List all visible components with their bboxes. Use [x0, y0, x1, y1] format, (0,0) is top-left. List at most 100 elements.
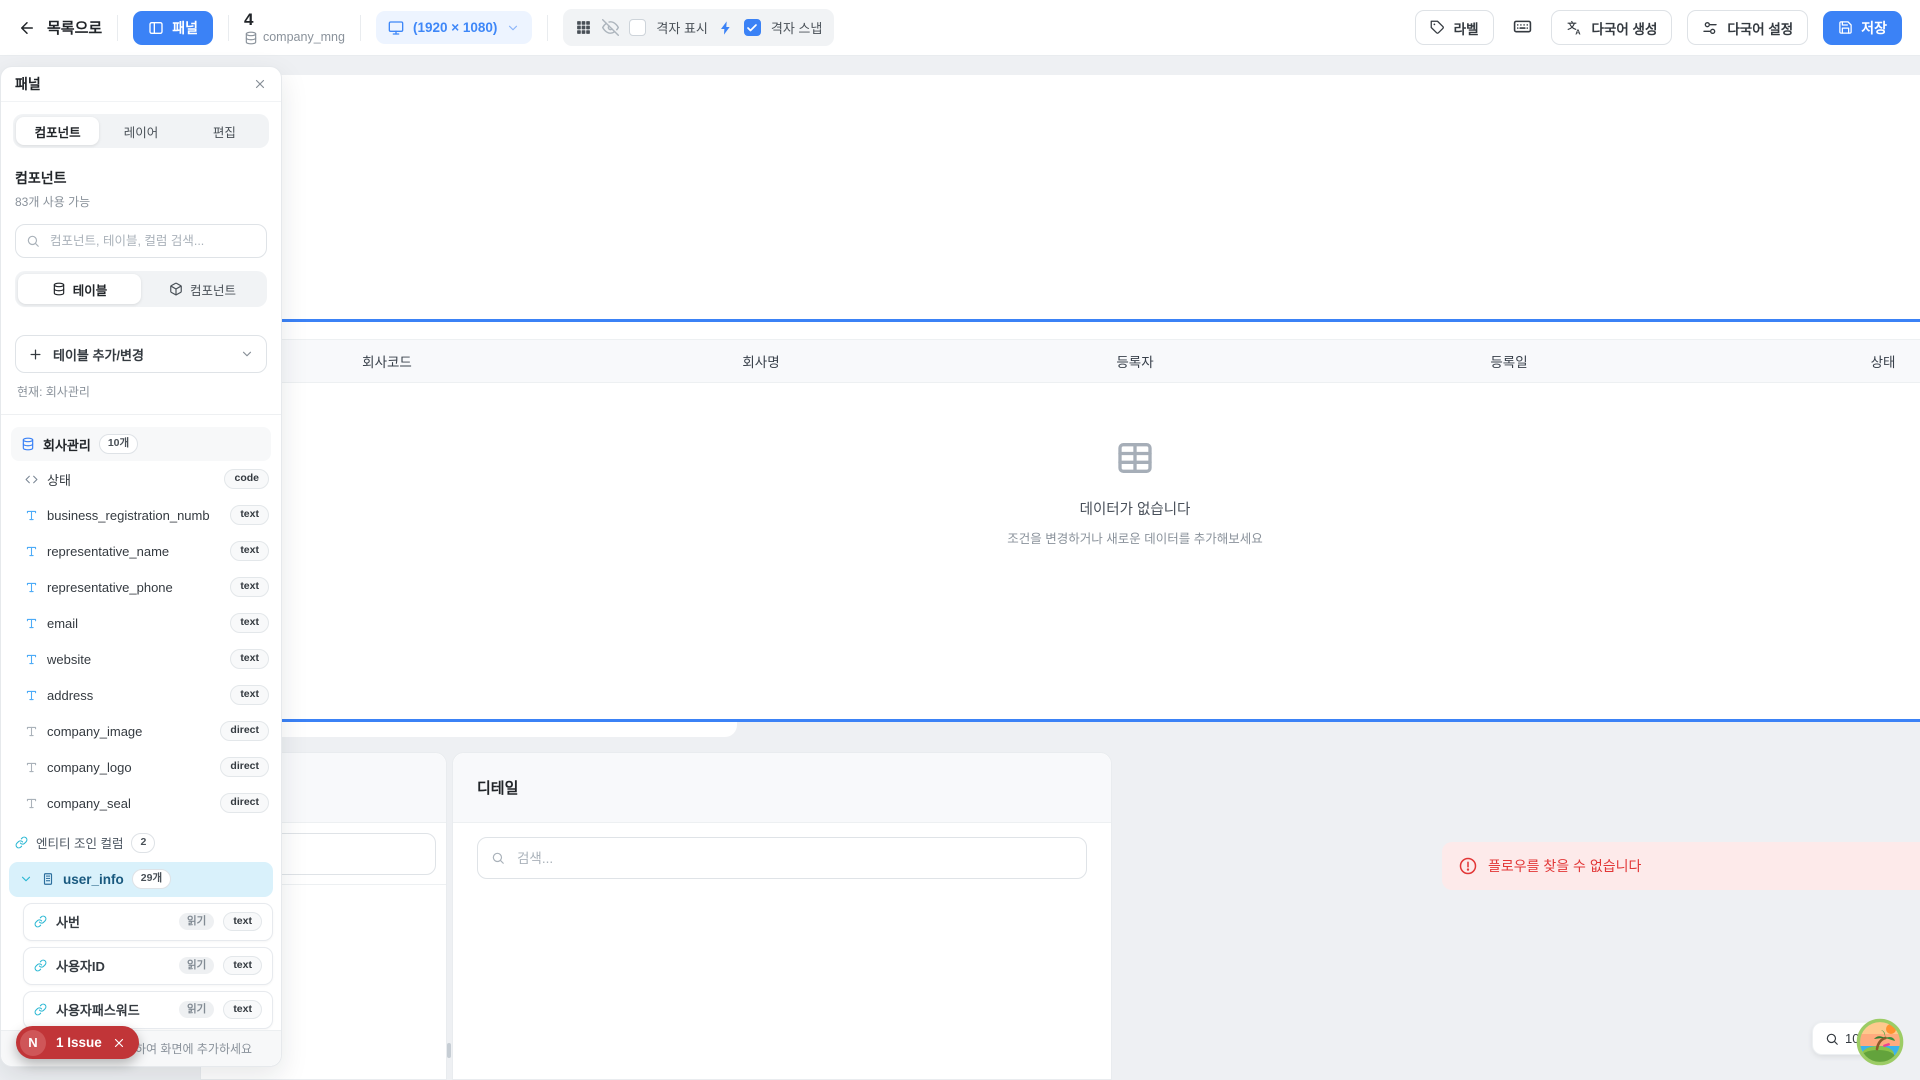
field-type-badge: text: [230, 685, 269, 705]
bound-table-name: company_mng: [263, 31, 345, 44]
toggle-테이블[interactable]: 테이블: [18, 274, 141, 304]
resolution-dropdown[interactable]: (1920 × 1080): [376, 11, 532, 44]
field-row[interactable]: company_logodirect: [1, 749, 281, 785]
field-name: representative_name: [47, 544, 221, 559]
toolbar-divider: [228, 15, 229, 41]
i18n-settings-button[interactable]: 다국어 설정: [1687, 10, 1808, 45]
add-table-button[interactable]: 테이블 추가/변경: [15, 335, 267, 373]
entity-join-count-badge: 2: [131, 833, 155, 853]
grid-snap-checkbox[interactable]: [744, 19, 761, 36]
toggle-label: 테이블: [73, 280, 108, 299]
join-table-user-info[interactable]: user_info 29개: [9, 862, 273, 897]
chevron-down-icon: [19, 872, 33, 886]
join-field-name: 사용자패스워드: [56, 1000, 170, 1019]
empty-state-subtitle: 조건을 변경하거나 새로운 데이터를 추가해보세요: [200, 528, 1920, 547]
field-type-badge: text: [230, 541, 269, 561]
field-type-badge: text: [223, 956, 262, 976]
keyboard-shortcuts-button[interactable]: [1509, 13, 1536, 43]
panel-icon: [148, 20, 164, 36]
alert-circle-icon: [1459, 857, 1477, 875]
code-icon: [25, 473, 38, 486]
join-field-row[interactable]: 사번읽기text: [23, 903, 273, 941]
detail-panel[interactable]: 디테일: [452, 752, 1112, 1080]
panel-toggle-button[interactable]: 패널: [133, 11, 213, 45]
issue-badge-initial: N: [20, 1030, 46, 1056]
toggle-컴포넌트[interactable]: 컴포넌트: [141, 274, 264, 304]
field-row[interactable]: 상태 code: [1, 461, 281, 497]
component-panel: 패널 컴포넌트레이어편집 컴포넌트 83개 사용 가능 테이블컴포넌트 테이블 …: [0, 66, 282, 1067]
search-icon: [491, 851, 505, 865]
issue-badge-label: 1 Issue: [56, 1035, 102, 1050]
check-icon: [746, 22, 758, 34]
table-column-header: 상태: [1696, 340, 1920, 382]
page-title: 4: [244, 11, 345, 28]
toolbar-divider: [117, 15, 118, 41]
resolution-value: (1920 × 1080): [413, 20, 497, 35]
island-launcher-icon[interactable]: [1856, 1018, 1904, 1066]
translate-icon: 文A: [1566, 19, 1583, 36]
detail-search-input[interactable]: [515, 850, 1073, 867]
tag-icon: [1430, 20, 1445, 35]
chevron-down-icon: [506, 21, 520, 35]
field-row[interactable]: representative_phonetext: [1, 569, 281, 605]
back-to-list-button[interactable]: 목록으로: [18, 17, 102, 38]
field-type-badge: text: [230, 613, 269, 633]
text-icon: [25, 617, 38, 630]
join-field-name: 사용자ID: [56, 956, 170, 975]
bolt-icon: [718, 20, 734, 36]
component-search-box: [15, 224, 267, 258]
panel-resize-handle[interactable]: [447, 1043, 451, 1058]
table-group-header[interactable]: 회사관리 10개: [11, 427, 271, 461]
table-empty-state: 데이터가 없습니다 조건을 변경하거나 새로운 데이터를 추가해보세요: [200, 438, 1920, 547]
field-name: company_image: [47, 724, 211, 739]
field-row[interactable]: websitetext: [1, 641, 281, 677]
svg-text:A: A: [1575, 28, 1581, 36]
readonly-badge: 읽기: [179, 957, 214, 975]
issue-close-icon[interactable]: [112, 1036, 126, 1050]
table-field-count-badge: 10개: [99, 434, 138, 454]
field-row[interactable]: business_registration_numbtext: [1, 497, 281, 533]
panel-close-button[interactable]: [253, 77, 267, 91]
save-button[interactable]: 저장: [1823, 11, 1902, 45]
grid-show-checkbox[interactable]: [629, 19, 646, 36]
database-icon: [21, 437, 35, 451]
field-row[interactable]: company_sealdirect: [1, 785, 281, 821]
table-header-row: 회사코드회사명등록자등록일상태: [200, 339, 1920, 383]
field-row[interactable]: emailtext: [1, 605, 281, 641]
tab-컴포넌트[interactable]: 컴포넌트: [16, 117, 99, 145]
tab-레이어[interactable]: 레이어: [99, 117, 182, 145]
field-type-badge: text: [230, 577, 269, 597]
chevron-down-icon: [240, 347, 254, 361]
field-row[interactable]: company_imagedirect: [1, 713, 281, 749]
field-type-badge: code: [224, 469, 269, 489]
field-name: address: [47, 688, 221, 703]
field-type-badge: text: [230, 505, 269, 525]
table-column-header: 회사명: [574, 340, 948, 382]
field-row[interactable]: representative_name text: [1, 533, 281, 569]
keyboard-icon: [1513, 17, 1532, 36]
field-name: website: [47, 652, 221, 667]
join-field-row[interactable]: 사용자패스워드읽기text: [23, 991, 273, 1029]
field-row[interactable]: address text: [1, 677, 281, 713]
panel-tabs: 컴포넌트레이어편집: [13, 114, 269, 148]
components-section-header: 컴포넌트 83개 사용 가능: [1, 148, 281, 210]
link-icon: [34, 1003, 47, 1016]
join-table-name: user_info: [63, 872, 124, 887]
table-component-selected[interactable]: 회사코드회사명등록자등록일상태 데이터가 없습니다 조건을 변경하거나 새로운 …: [200, 319, 1920, 722]
tab-편집[interactable]: 편집: [183, 117, 266, 145]
flow-error-banner: 플로우를 찾을 수 없습니다: [1442, 842, 1920, 890]
label-button[interactable]: 라벨: [1415, 10, 1494, 45]
field-type-badge: text: [223, 912, 262, 932]
component-search-input[interactable]: [48, 233, 256, 249]
table-column-header: 등록자: [948, 340, 1322, 382]
panel-divider: [1, 414, 281, 415]
issue-badge[interactable]: N 1 Issue: [16, 1026, 139, 1059]
flow-error-text: 플로우를 찾을 수 없습니다: [1488, 856, 1641, 876]
i18n-generate-button[interactable]: 文A다국어 생성: [1551, 10, 1673, 45]
link-icon: [15, 836, 28, 849]
text-icon: [25, 689, 38, 702]
field-name: 상태: [47, 470, 215, 489]
join-field-row[interactable]: 사용자ID 읽기 text: [23, 947, 273, 985]
save-icon: [1838, 20, 1853, 35]
grid-show-label: 격자 표시: [656, 18, 707, 37]
